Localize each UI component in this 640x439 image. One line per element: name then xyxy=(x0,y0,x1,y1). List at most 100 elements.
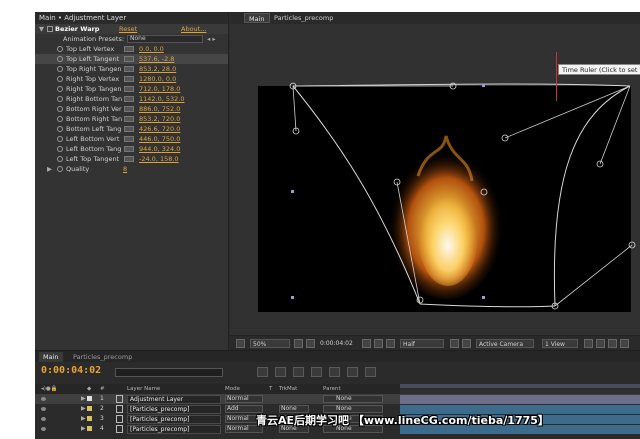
stopwatch-icon[interactable] xyxy=(57,116,63,122)
eye-icon[interactable] xyxy=(41,417,46,421)
expand-triangle-icon[interactable]: ▶ xyxy=(81,414,86,424)
layer-row[interactable]: ▶ 1 Adjustment Layer Normal None xyxy=(35,394,640,404)
label-color-swatch[interactable] xyxy=(87,426,92,431)
eye-icon[interactable] xyxy=(41,407,46,411)
eye-icon[interactable] xyxy=(41,427,46,431)
view-layout-dropdown[interactable]: 1 View xyxy=(542,339,578,348)
channel-icon[interactable] xyxy=(386,339,395,348)
property-value[interactable]: 853.2, 28.0 xyxy=(139,64,176,74)
property-value[interactable]: 1280.0, 0.0 xyxy=(139,74,176,84)
tangent-point[interactable] xyxy=(480,188,488,196)
layer-name-header[interactable]: Layer Name xyxy=(127,384,160,394)
layer-name[interactable]: Adjustment Layer xyxy=(127,394,221,404)
point-target-icon[interactable] xyxy=(124,56,134,62)
property-value[interactable]: -24.0, 158.0 xyxy=(139,154,179,164)
transparency-icon[interactable] xyxy=(306,339,315,348)
comp-mini-flowchart-icon[interactable] xyxy=(257,367,268,377)
layer-name[interactable]: [Particles_precomp] xyxy=(127,404,221,414)
stopwatch-icon[interactable] xyxy=(57,46,63,52)
point-target-icon[interactable] xyxy=(124,46,134,52)
property-value[interactable]: 0.0, 0.0 xyxy=(139,44,164,54)
show-snapshot-icon[interactable] xyxy=(374,339,383,348)
animation-presets-dropdown[interactable]: None xyxy=(127,35,203,43)
stopwatch-icon[interactable] xyxy=(57,136,63,142)
property-value[interactable]: 1142.0, 532.0 xyxy=(139,94,184,104)
stopwatch-icon[interactable] xyxy=(57,126,63,132)
motion-blur-icon[interactable] xyxy=(347,367,358,377)
blend-mode-dropdown[interactable]: Normal xyxy=(225,395,263,403)
expand-triangle-icon[interactable]: ▶ xyxy=(47,164,52,174)
fx-toggle-icon[interactable] xyxy=(47,26,53,32)
tab-main[interactable]: Main xyxy=(244,13,270,23)
effect-header-row[interactable]: ▼ Bezier Warp Reset About... xyxy=(35,24,228,34)
point-target-icon[interactable] xyxy=(124,156,134,162)
tab-timeline-particles-precomp[interactable]: Particles_precomp xyxy=(69,352,136,362)
stopwatch-icon[interactable] xyxy=(57,106,63,112)
stopwatch-icon[interactable] xyxy=(57,96,63,102)
draft-3d-icon[interactable] xyxy=(293,367,304,377)
roi-icon[interactable] xyxy=(450,339,459,348)
property-value[interactable]: 426.6, 720.0 xyxy=(139,124,180,134)
point-target-icon[interactable] xyxy=(124,96,134,102)
point-target-icon[interactable] xyxy=(124,146,134,152)
about-link[interactable]: About... xyxy=(181,24,206,34)
property-value[interactable]: 446.0, 750.0 xyxy=(139,134,180,144)
expand-triangle-icon[interactable]: ▶ xyxy=(81,424,86,434)
zoom-dropdown[interactable]: 50% xyxy=(250,339,290,348)
layer-search-input[interactable] xyxy=(115,368,223,377)
current-time-display[interactable]: 0:00:04:02 xyxy=(41,365,101,376)
stopwatch-icon[interactable] xyxy=(57,86,63,92)
stopwatch-icon[interactable] xyxy=(57,56,63,62)
toggle-pixel-icon[interactable] xyxy=(584,339,593,348)
label-color-swatch[interactable] xyxy=(87,406,92,411)
label-color-swatch[interactable] xyxy=(87,396,92,401)
stopwatch-icon[interactable] xyxy=(57,156,63,162)
quality-value[interactable]: 8 xyxy=(123,164,127,174)
point-target-icon[interactable] xyxy=(124,136,134,142)
layer-bound-handle[interactable] xyxy=(291,296,294,299)
tab-timeline-main[interactable]: Main xyxy=(39,352,63,362)
layer-bound-handle[interactable] xyxy=(482,296,485,299)
eye-icon[interactable] xyxy=(41,397,46,401)
preset-nav-arrows-icon[interactable]: ◂ ▸ xyxy=(207,34,216,44)
point-target-icon[interactable] xyxy=(124,86,134,92)
property-value[interactable]: 886.0, 752.0 xyxy=(139,104,180,114)
work-area-bar[interactable] xyxy=(400,384,640,388)
frame-blending-icon[interactable] xyxy=(329,367,340,377)
grid-icon[interactable] xyxy=(236,339,245,348)
stopwatch-icon[interactable] xyxy=(57,76,63,82)
point-target-icon[interactable] xyxy=(124,116,134,122)
graph-editor-icon[interactable] xyxy=(365,367,376,377)
fast-preview-icon[interactable] xyxy=(596,339,605,348)
resolution-dropdown[interactable]: Half xyxy=(400,339,444,348)
breadcrumb-particles-precomp[interactable]: Particles_precomp xyxy=(270,13,337,23)
parent-dropdown[interactable]: None xyxy=(323,395,383,403)
expand-triangle-icon[interactable]: ▶ xyxy=(81,404,86,414)
property-value[interactable]: 537.6, -2.8 xyxy=(139,54,174,64)
camera-snapshot-icon[interactable] xyxy=(362,339,371,348)
region-icon[interactable] xyxy=(294,339,303,348)
property-value[interactable]: 944.0, 324.0 xyxy=(139,144,180,154)
stopwatch-icon[interactable] xyxy=(57,166,63,172)
label-color-swatch[interactable] xyxy=(87,416,92,421)
timeline-icon[interactable] xyxy=(608,339,617,348)
stopwatch-icon[interactable] xyxy=(57,66,63,72)
transparency-grid-icon[interactable] xyxy=(462,339,471,348)
flowchart-icon[interactable] xyxy=(620,339,629,348)
live-update-icon[interactable] xyxy=(275,367,286,377)
hide-shy-icon[interactable] xyxy=(311,367,322,377)
viewer-timecode[interactable]: 0:00:04:02 xyxy=(320,339,353,348)
layer-duration-bar[interactable] xyxy=(400,394,640,404)
layer-bound-handle[interactable] xyxy=(291,190,294,193)
layer-name[interactable]: [Particles_precomp] xyxy=(127,414,221,424)
layer-name[interactable]: [Particles_precomp] xyxy=(127,424,221,434)
point-target-icon[interactable] xyxy=(124,76,134,82)
expand-triangle-icon[interactable]: ▼ xyxy=(39,24,44,34)
reset-link[interactable]: Reset xyxy=(119,24,137,34)
property-value[interactable]: 712.0, 178.0 xyxy=(139,84,180,94)
point-target-icon[interactable] xyxy=(124,106,134,112)
expand-triangle-icon[interactable]: ▶ xyxy=(81,394,86,404)
layer-bound-handle[interactable] xyxy=(482,84,485,87)
point-target-icon[interactable] xyxy=(124,126,134,132)
camera-dropdown[interactable]: Active Camera xyxy=(476,339,534,348)
